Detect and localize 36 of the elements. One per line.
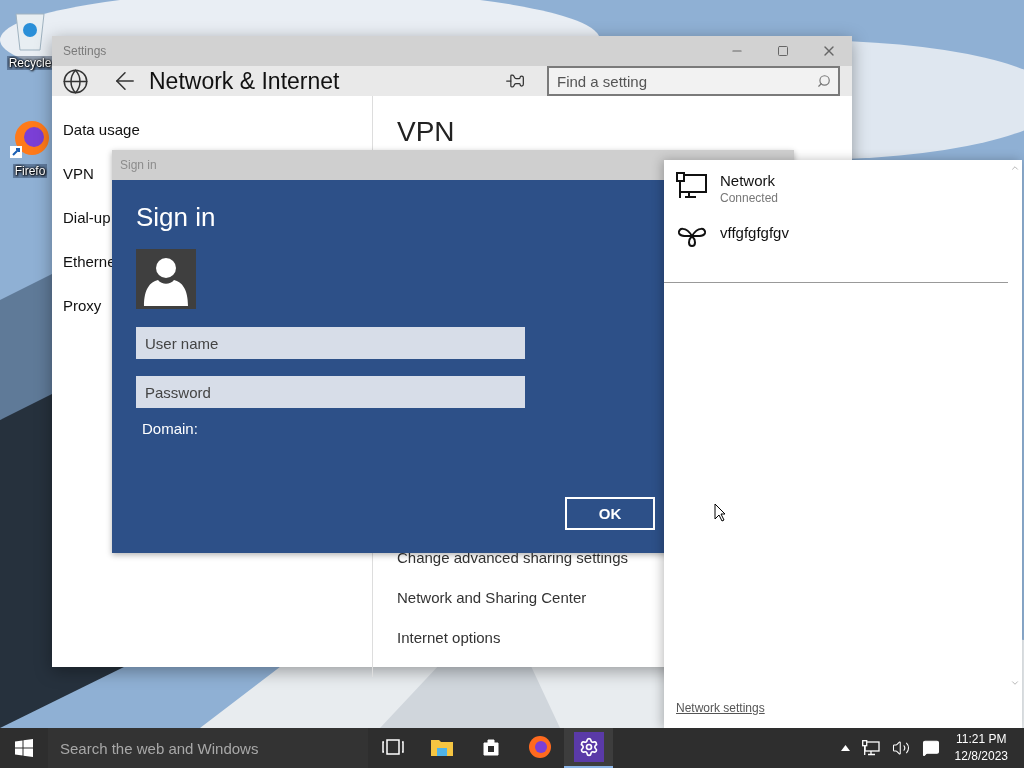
password-field[interactable]: Password bbox=[136, 376, 525, 408]
task-view-icon bbox=[381, 739, 404, 755]
clock-time: 11:21 PM bbox=[956, 731, 1007, 748]
sidebar-item[interactable]: Data usage bbox=[52, 107, 372, 151]
globe-icon bbox=[62, 67, 89, 95]
window-title: Settings bbox=[62, 44, 108, 58]
maximize-icon bbox=[777, 45, 789, 57]
desktop-icon-label[interactable]: Firefo bbox=[12, 164, 48, 178]
clock[interactable]: 11:21 PM 12/8/2023 bbox=[948, 731, 1014, 765]
taskbar-app-button[interactable] bbox=[564, 728, 613, 768]
section-heading: VPN bbox=[397, 116, 456, 149]
username-field[interactable]: User name bbox=[136, 327, 525, 359]
taskbar-search-field[interactable]: Search the web and Windows bbox=[48, 728, 368, 768]
search-field[interactable]: Find a setting bbox=[547, 66, 840, 96]
network-name[interactable]: Network bbox=[720, 172, 779, 189]
user-avatar-icon bbox=[136, 249, 196, 309]
domain-label: Domain: bbox=[142, 420, 198, 437]
dialog-heading: Sign in bbox=[136, 202, 216, 233]
firefox-icon bbox=[527, 735, 552, 759]
search-icon bbox=[817, 74, 831, 88]
caret-icon bbox=[840, 745, 850, 751]
network-settings-link[interactable]: Network settings bbox=[676, 701, 765, 715]
windows-logo-icon bbox=[15, 739, 33, 757]
clock-date: 12/8/2023 bbox=[954, 748, 1008, 765]
store-bag-icon bbox=[482, 738, 499, 756]
settings-icon bbox=[573, 732, 604, 762]
network-status: Connected bbox=[720, 191, 779, 205]
ok-button[interactable]: OK bbox=[565, 497, 655, 530]
network-name[interactable]: vffgfgfgfgv bbox=[720, 224, 789, 241]
dialog-title: Sign in bbox=[119, 158, 157, 172]
page-title: Network & Internet bbox=[149, 67, 341, 95]
settings-link[interactable]: Internet options bbox=[397, 617, 501, 657]
cursor-icon bbox=[714, 503, 726, 522]
wired-network-icon bbox=[676, 172, 708, 200]
settings-link[interactable]: Network and Sharing Center bbox=[397, 577, 587, 617]
folder-icon bbox=[429, 737, 454, 757]
